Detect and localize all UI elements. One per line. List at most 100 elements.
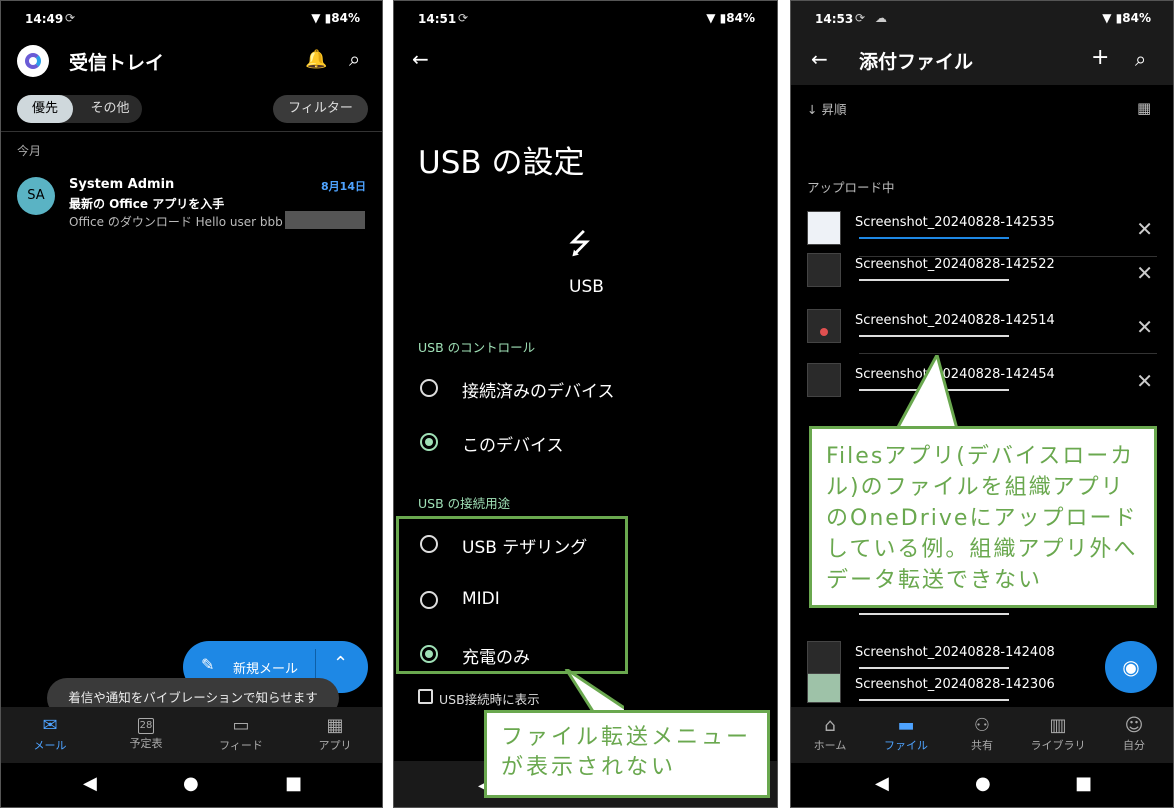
- radio-this-device[interactable]: [420, 433, 438, 451]
- tab-home[interactable]: ⌂ ホーム: [795, 715, 865, 753]
- focused-chip[interactable]: 優先: [17, 95, 73, 123]
- option-connected-device[interactable]: 接続済みのデバイス: [394, 361, 777, 415]
- page-title: USB の設定: [418, 145, 585, 181]
- sync-icon: ⟳: [855, 11, 866, 25]
- home-nav-icon[interactable]: ●: [975, 773, 991, 794]
- recents-nav-icon[interactable]: ■: [285, 773, 302, 794]
- apps-grid-icon: ▦: [326, 715, 344, 736]
- sort-button[interactable]: ↓ 昇順: [807, 99, 846, 118]
- tab-apps[interactable]: ▦ アプリ: [300, 715, 370, 753]
- mail-icon: ✉: [42, 715, 58, 736]
- tab-library-label: ライブラリ: [1030, 739, 1086, 752]
- close-icon[interactable]: ✕: [1136, 217, 1153, 241]
- upload-row[interactable]: Screenshot_20240828-142535 ✕: [791, 207, 1173, 257]
- close-icon[interactable]: ✕: [1136, 369, 1153, 393]
- tab-mail-label: メール: [33, 739, 67, 752]
- status-time: 14:53: [815, 12, 854, 26]
- cloud-icon: ☁: [875, 11, 887, 25]
- option-label: このデバイス: [462, 436, 564, 456]
- battery-level: 84%: [1122, 11, 1151, 25]
- radio-connected-device[interactable]: [420, 379, 438, 397]
- tab-shared[interactable]: ⚇ 共有: [947, 715, 1017, 753]
- status-time: 14:51: [418, 12, 457, 26]
- recents-nav-icon[interactable]: ■: [1075, 773, 1092, 794]
- annotation-callout: ファイル転送メニューが表示されない: [484, 710, 770, 798]
- upload-progress: [859, 335, 1009, 337]
- redaction-block: [285, 211, 365, 229]
- section-header: 今月: [17, 144, 42, 158]
- back-arrow-icon[interactable]: ←: [412, 47, 429, 71]
- divider: [1, 131, 382, 132]
- tab-files[interactable]: ▬ ファイル: [871, 715, 941, 753]
- feed-icon: ▭: [232, 715, 250, 736]
- status-bar: 14:53 ⟳ ☁ ▼ ▮84%: [791, 1, 1173, 37]
- tab-files-label: ファイル: [884, 739, 928, 752]
- tab-calendar-label: 予定表: [129, 737, 163, 750]
- filter-button[interactable]: フィルター: [273, 95, 368, 123]
- chevron-up-icon[interactable]: ⌃: [333, 653, 348, 674]
- page-title: 受信トレイ: [69, 52, 165, 74]
- tab-apps-label: アプリ: [318, 739, 352, 752]
- back-arrow-icon[interactable]: ←: [811, 47, 828, 71]
- search-icon[interactable]: ⌕: [349, 47, 360, 71]
- calendar-icon: 28: [138, 718, 154, 734]
- home-nav-icon[interactable]: ●: [183, 773, 199, 794]
- close-icon[interactable]: ✕: [1136, 261, 1153, 285]
- sort-label: 昇順: [821, 102, 847, 117]
- tab-me[interactable]: ☺ 自分: [1099, 715, 1169, 753]
- highlight-frame: [396, 516, 628, 674]
- file-name: Screenshot_20240828-142408: [855, 645, 1055, 660]
- battery-level: 84%: [726, 11, 755, 25]
- file-thumbnail: [807, 309, 841, 343]
- person-icon: ☺: [1124, 715, 1144, 736]
- upload-progress: [859, 699, 1009, 701]
- sender-avatar: SA: [17, 177, 55, 215]
- account-avatar[interactable]: [17, 45, 49, 77]
- people-icon: ⚇: [973, 715, 991, 736]
- home-icon: ⌂: [824, 715, 836, 736]
- search-icon[interactable]: ⌕: [1135, 47, 1146, 71]
- tab-calendar[interactable]: 28 予定表: [111, 715, 181, 751]
- grid-view-icon[interactable]: ▦: [1137, 99, 1151, 117]
- bottom-tab-bar: ✉ メール 28 予定表 ▭ フィード ▦ アプリ: [1, 707, 382, 763]
- upload-row[interactable]: Screenshot_20240828-142522 ✕: [791, 251, 1173, 301]
- tab-shared-label: 共有: [971, 739, 993, 752]
- status-bar: 14:49 ⟳ ▼ ▮84%: [1, 1, 382, 37]
- wifi-icon: ▼: [311, 11, 321, 25]
- tab-mail[interactable]: ✉ メール: [15, 715, 85, 753]
- upload-progress: [859, 279, 1009, 281]
- status-time: 14:49: [25, 12, 64, 26]
- usb-settings-screen: 14:51 ⟳ ▼ ▮84% ← USB の設定 ⭍ USB USB のコントロ…: [393, 0, 778, 808]
- checkbox[interactable]: [418, 689, 433, 704]
- add-icon[interactable]: +: [1091, 45, 1109, 70]
- tab-me-label: 自分: [1123, 739, 1145, 752]
- wifi-icon: ▼: [706, 11, 716, 25]
- tab-feed[interactable]: ▭ フィード: [206, 715, 276, 753]
- usb-icon: ⭍: [568, 227, 592, 260]
- onedrive-attachments-screen: 14:53 ⟳ ☁ ▼ ▮84% ← 添付ファイル + ⌕ ↓ 昇順 ▦ アップ…: [790, 0, 1174, 808]
- close-icon[interactable]: ✕: [1136, 315, 1153, 339]
- upload-row[interactable]: Screenshot_20240828-142514 ✕: [791, 305, 1173, 355]
- camera-fab[interactable]: ◉: [1105, 641, 1157, 693]
- option-label: 接続済みのデバイス: [462, 382, 615, 402]
- copilot-logo-icon: [25, 53, 41, 69]
- email-date: 8月14日: [321, 180, 366, 193]
- sync-icon: ⟳: [458, 11, 469, 25]
- tab-library[interactable]: ▥ ライブラリ: [1023, 715, 1093, 753]
- option-this-device[interactable]: このデバイス: [394, 415, 777, 469]
- section-header: アップロード中: [807, 180, 895, 195]
- file-name: Screenshot_20240828-142306: [855, 677, 1055, 692]
- back-nav-icon[interactable]: ◀: [875, 773, 889, 794]
- compose-icon: ✎: [201, 655, 215, 674]
- other-chip[interactable]: その他: [81, 95, 139, 123]
- divider: [859, 353, 1157, 354]
- bell-icon[interactable]: 🔔: [305, 49, 327, 70]
- email-subject: 最新の Office アプリを入手: [69, 197, 225, 211]
- back-nav-icon[interactable]: ◀: [83, 773, 97, 794]
- outlook-phone-screen: 14:49 ⟳ ▼ ▮84% 受信トレイ 🔔 ⌕ 優先 その他 フィルター 今月…: [0, 0, 383, 808]
- email-list-item[interactable]: SA System Admin 8月14日 最新の Office アプリを入手 …: [1, 169, 382, 233]
- file-name: Screenshot_20240828-142514: [855, 313, 1055, 328]
- status-right: ▼ ▮84%: [311, 11, 360, 25]
- usb-label: USB: [569, 277, 604, 297]
- upload-row[interactable]: Screenshot_20240828-142454 ✕: [791, 359, 1173, 409]
